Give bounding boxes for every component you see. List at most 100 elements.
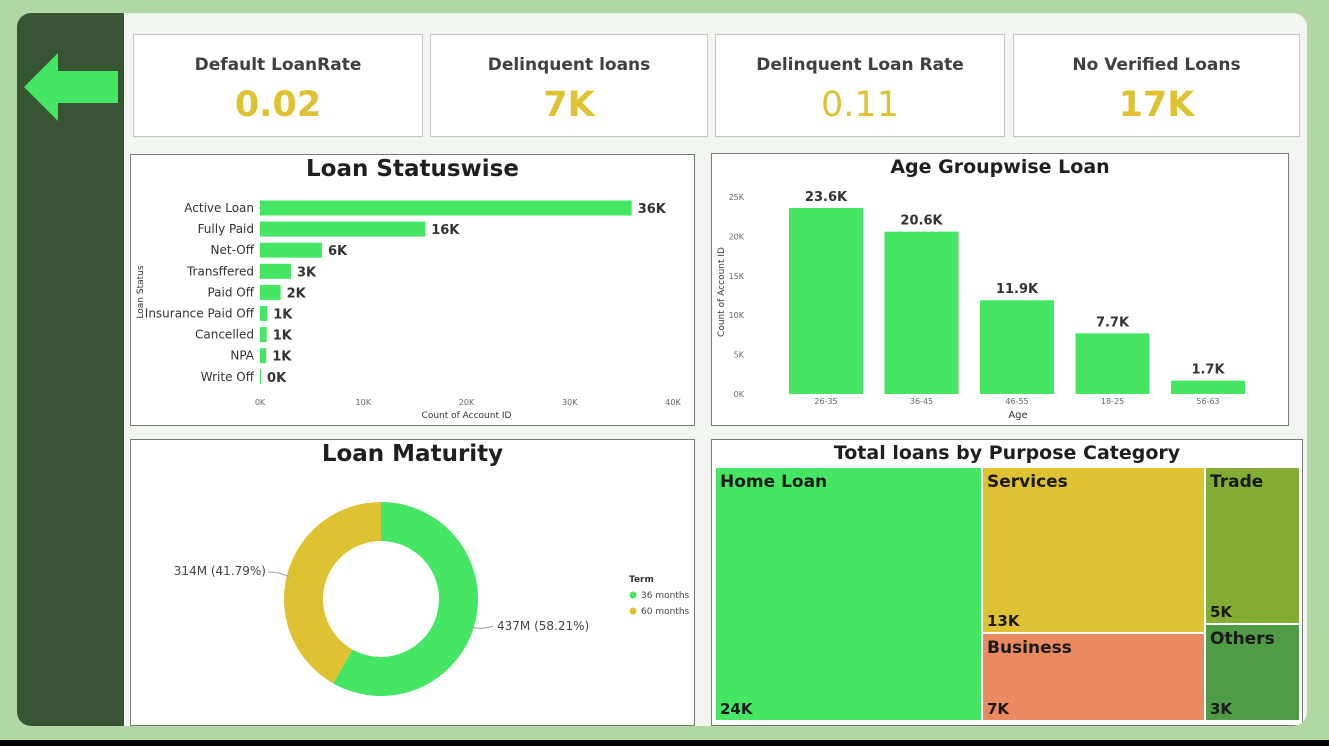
y-axis-label: Loan Status [136, 265, 146, 318]
bar [260, 200, 632, 216]
tile-value: 7K [987, 700, 1010, 718]
bar [260, 306, 268, 321]
data-label: 2K [287, 286, 307, 301]
kpi-value: 7K [543, 85, 595, 125]
age-group-panel: Age Groupwise Loan 0K 5K 10K 15K 20K 25K 23.6K… [711, 153, 1289, 426]
legend-swatch [629, 607, 637, 615]
kpi-label: No Verified Loans [1072, 55, 1241, 75]
tile-value: 3K [1210, 700, 1233, 718]
legend-title: Term [629, 575, 654, 585]
kpi-value: 17K [1118, 85, 1195, 125]
category-label: Cancelled [195, 328, 254, 342]
purpose-category-panel: Total loans by Purpose Category Home Loa… [711, 439, 1303, 726]
x-axis-label: Count of Account ID [422, 411, 512, 421]
bar [260, 242, 322, 258]
kpi-card-delinquent-loan-rate: Delinquent Loan Rate 0.11 [715, 34, 1005, 137]
tick-label: 5K [734, 351, 745, 360]
category-label: 36-45 [910, 397, 933, 406]
tile-value: 13K [987, 612, 1020, 630]
category-label: Write Off [201, 370, 255, 384]
slice-label: 314M (41.79%) [174, 564, 266, 578]
tick-label: 20K [729, 232, 745, 241]
legend-item: 60 months [641, 607, 690, 617]
kpi-label: Delinquent loans [487, 55, 651, 75]
data-label: 36K [638, 202, 667, 217]
category-label: 56-63 [1196, 397, 1219, 406]
tile-name: Business [987, 638, 1072, 658]
bottom-edge [0, 740, 1329, 746]
bar [260, 284, 281, 300]
data-label: 1K [273, 329, 293, 344]
tick-label: 10K [729, 311, 745, 320]
bar [1171, 380, 1245, 394]
tick-label: 40K [665, 398, 681, 407]
bar [260, 263, 291, 279]
category-label: Net-Off [211, 243, 255, 257]
treemap-tile-trade[interactable]: Trade 5K [1205, 467, 1300, 624]
kpi-card-default-loan-rate: Default LoanRate 0.02 [133, 34, 423, 137]
tile-value: 24K [720, 700, 753, 718]
tick-label: 25K [729, 193, 745, 202]
data-label: 3K [297, 265, 317, 280]
data-label: 6K [328, 244, 348, 259]
treemap-tile-services[interactable]: Services 13K [982, 467, 1205, 633]
sidebar [17, 13, 124, 726]
kpi-value: 0.02 [234, 85, 322, 125]
data-label: 16K [431, 223, 460, 238]
bar [260, 221, 426, 237]
loan-maturity-donut-chart: 437M (58.21%) 314M (41.79%) Term 36 months 6… [174, 502, 690, 696]
kpi-label: Default LoanRate [194, 55, 362, 75]
tick-label: 0K [255, 398, 266, 407]
data-label: 1K [272, 350, 292, 365]
kpi-card-no-verified-loans: No Verified Loans 17K [1013, 34, 1300, 137]
arrow-left-icon[interactable] [22, 51, 120, 123]
data-label: 23.6K [805, 190, 848, 205]
tick-label: 30K [562, 398, 578, 407]
chart-title: Total loans by Purpose Category [833, 442, 1181, 464]
tick-label: 0K [734, 390, 745, 399]
data-label: 0K [267, 371, 287, 386]
leader-line [267, 571, 290, 578]
category-label: 18-25 [1101, 397, 1124, 406]
kpi-label: Delinquent Loan Rate [756, 55, 964, 75]
bar [260, 327, 267, 343]
tile-name: Home Loan [720, 472, 828, 492]
kpi-value: 0.11 [821, 85, 899, 125]
data-label: 1.7K [1191, 363, 1225, 378]
data-label: 1K [273, 308, 293, 323]
category-label: Active Loan [184, 201, 254, 215]
slice-label: 437M (58.21%) [497, 619, 589, 633]
category-label: Fully Paid [198, 222, 254, 236]
treemap-tile-business[interactable]: Business 7K [982, 633, 1205, 721]
tile-name: Trade [1210, 472, 1264, 492]
treemap-tile-home-loan[interactable]: Home Loan 24K [715, 467, 982, 721]
loan-status-panel: Loan Statuswise Active Loan 36K Fully Paid… [130, 154, 695, 426]
tick-label: 20K [459, 398, 475, 407]
legend-swatch [629, 591, 637, 599]
data-label: 11.9K [996, 282, 1039, 297]
bar [980, 300, 1054, 394]
category-label: NPA [230, 349, 254, 363]
dashboard-frame: Default LoanRate 0.02 Delinquent loans 7… [17, 13, 1307, 726]
kpi-card-delinquent-loans: Delinquent loans 7K [430, 34, 708, 137]
bar [884, 231, 959, 394]
leader-line [470, 625, 494, 629]
x-axis-label: Age [1008, 410, 1027, 421]
loan-maturity-panel: Loan Maturity 437M (58.21%) 314M (41.79%)… [130, 439, 695, 726]
y-axis-label: Count of Account ID [717, 247, 727, 337]
category-label: 46-55 [1005, 397, 1028, 406]
bar [260, 348, 267, 364]
category-label: 26-35 [814, 397, 837, 406]
category-label: Insurance Paid Off [145, 307, 255, 321]
data-label: 20.6K [900, 214, 943, 229]
bar [789, 208, 863, 394]
data-label: 7.7K [1096, 315, 1130, 330]
category-label: Transffered [186, 264, 254, 278]
legend-item: 36 months [641, 591, 690, 601]
tile-value: 5K [1210, 603, 1233, 621]
category-label: Paid Off [207, 285, 254, 299]
treemap-tile-others[interactable]: Others 3K [1205, 624, 1300, 721]
tick-label: 10K [356, 398, 372, 407]
tile-name: Others [1210, 629, 1275, 649]
age-group-bar-chart: 0K 5K 10K 15K 20K 25K 23.6K 26-35 20.6K 36-45 11.9… [717, 190, 1245, 421]
